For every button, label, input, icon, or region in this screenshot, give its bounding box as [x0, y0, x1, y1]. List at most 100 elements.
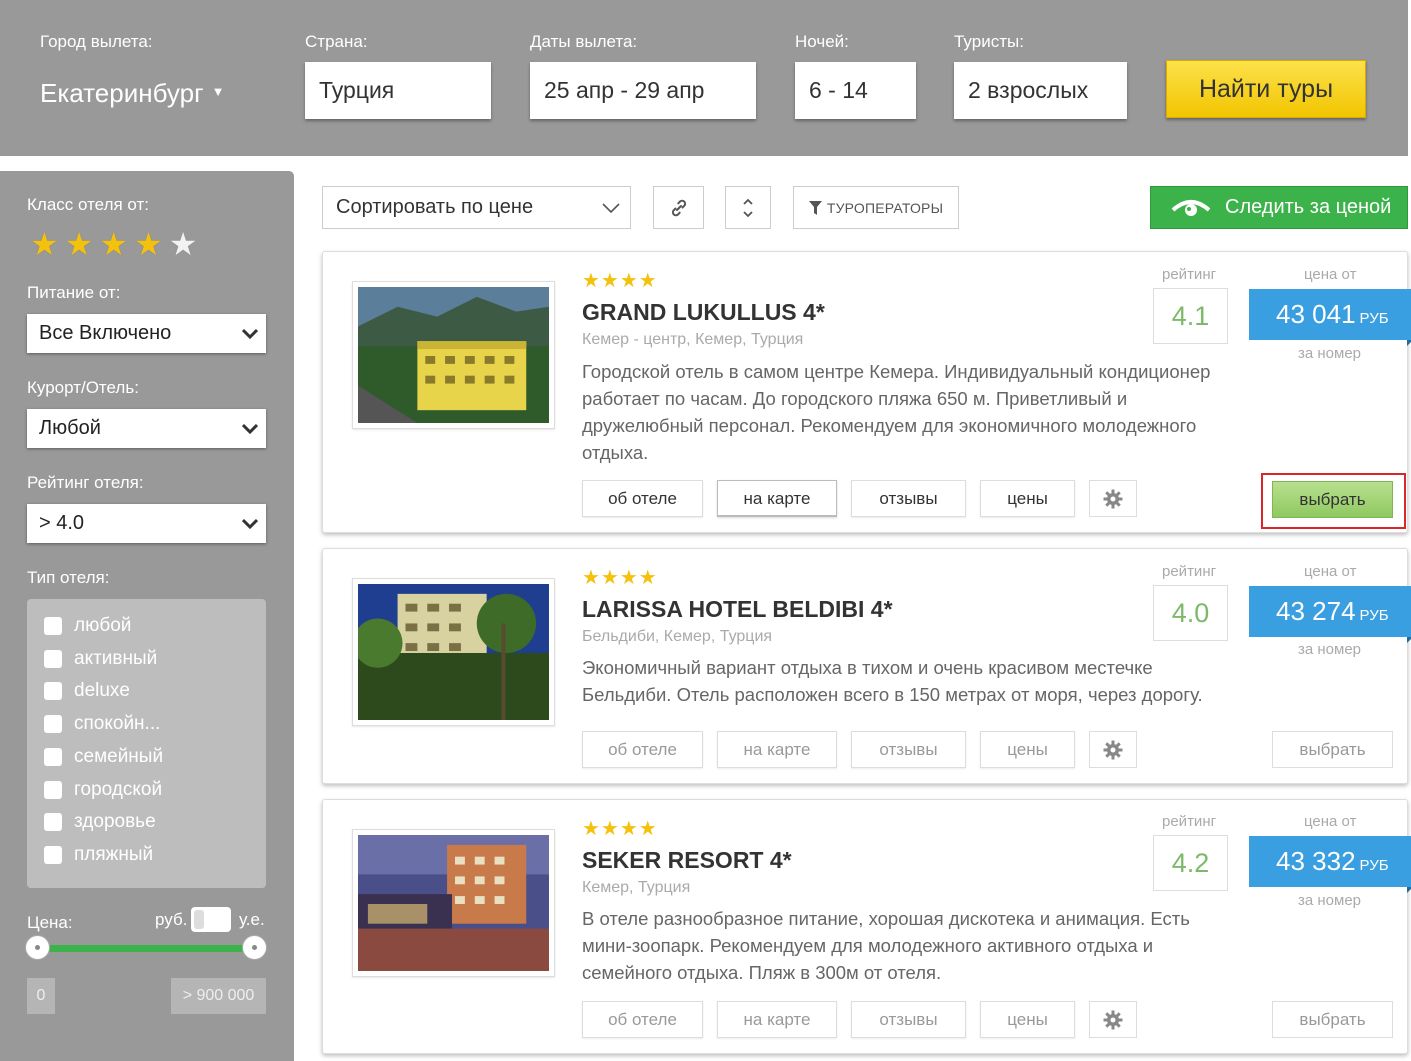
hotel-type-option[interactable]: любой — [44, 615, 131, 637]
prices-button[interactable]: цены — [980, 1001, 1075, 1038]
country-field[interactable]: Турция — [305, 62, 491, 119]
about-hotel-button[interactable]: об отеле — [582, 480, 703, 517]
eye-icon — [1171, 199, 1211, 216]
price-slider-min-handle[interactable] — [25, 935, 50, 960]
dates-field[interactable]: 25 апр - 29 апр — [530, 62, 756, 119]
choose-button[interactable]: выбрать — [1272, 1001, 1393, 1038]
checkbox[interactable] — [44, 813, 62, 832]
watch-price-button[interactable]: Следить за ценой — [1150, 186, 1408, 229]
hotel-rating: 4.0 — [1153, 585, 1228, 641]
hotel-type-option[interactable]: deluxe — [44, 680, 130, 702]
about-hotel-button[interactable]: об отеле — [582, 1001, 703, 1038]
country-label: Страна: — [305, 32, 368, 51]
star-icon[interactable]: ★ — [30, 228, 59, 260]
nights-field[interactable]: 6 - 14 — [795, 62, 916, 119]
hotel-type-label: пляжный — [74, 843, 154, 865]
per-room-label: за номер — [1298, 892, 1362, 909]
price-currency: РУБ — [1359, 607, 1389, 624]
checkbox[interactable] — [44, 715, 62, 734]
prices-button[interactable]: цены — [980, 480, 1075, 517]
price-slider-track[interactable] — [40, 945, 255, 952]
hotel-name[interactable]: SEKER RESORT 4* — [582, 847, 792, 874]
per-room-label: за номер — [1298, 345, 1362, 362]
hotel-photo-image — [358, 835, 549, 971]
on-map-button[interactable]: на карте — [717, 480, 837, 517]
hotel-type-label: спокойн... — [74, 713, 161, 735]
hotel-rating: 4.2 — [1153, 835, 1228, 891]
hotel-photo[interactable] — [352, 281, 555, 429]
hotel-type-label: активный — [74, 647, 158, 669]
share-link-button[interactable] — [653, 186, 704, 229]
choose-button-highlight — [1261, 473, 1406, 529]
rating-filter-value: > 4.0 — [39, 512, 85, 534]
checkbox[interactable] — [44, 649, 62, 668]
price-min-input[interactable]: 0 — [27, 978, 55, 1014]
hotel-type-label: deluxe — [74, 680, 130, 702]
price-from-label: цена от — [1304, 563, 1357, 580]
city-dropdown[interactable]: Екатеринбург ▼ — [40, 78, 224, 109]
hotel-description: В отеле разнообразное питание, хорошая д… — [582, 908, 1190, 983]
checkbox[interactable] — [44, 845, 62, 864]
rating-select[interactable]: > 4.0 — [27, 504, 266, 543]
resort-select[interactable]: Любой — [27, 409, 266, 448]
star-icon[interactable]: ★ — [169, 228, 198, 260]
checkbox[interactable] — [44, 617, 62, 635]
chevron-down-icon — [242, 328, 258, 340]
hotel-price[interactable]: 43 332 РУБ — [1249, 836, 1411, 893]
sort-order-button[interactable] — [725, 186, 771, 229]
star-icon[interactable]: ★ — [99, 228, 128, 260]
currency-toggle[interactable] — [191, 907, 231, 932]
on-map-button[interactable]: на карте — [717, 1001, 837, 1038]
hotel-price[interactable]: 43 274 РУБ — [1249, 586, 1411, 643]
checkbox[interactable] — [44, 682, 62, 701]
settings-button[interactable] — [1089, 1001, 1137, 1038]
hotel-photo-image — [353, 584, 549, 720]
star-icon[interactable]: ★ — [134, 228, 163, 260]
on-map-button[interactable]: на карте — [717, 731, 837, 768]
gear-icon — [1103, 1010, 1123, 1029]
hotel-stars: ★★★★ — [582, 270, 658, 292]
reviews-button[interactable]: отзывы — [851, 731, 966, 768]
rating-label: рейтинг — [1162, 813, 1217, 830]
hotel-type-option[interactable]: активный — [44, 648, 157, 670]
hotel-photo[interactable] — [352, 578, 555, 726]
hotel-type-option[interactable]: пляжный — [44, 844, 153, 866]
hotel-card: ★★★★ GRAND LUKULLUS 4* Кемер - центр, Ке… — [322, 251, 1411, 533]
sort-select[interactable]: Сортировать по цене — [322, 186, 631, 229]
hotel-type-option[interactable]: семейный — [44, 746, 163, 768]
tourists-field[interactable]: 2 взрослых — [954, 62, 1127, 119]
hotel-type-option[interactable]: здоровье — [44, 811, 156, 833]
gear-icon — [1103, 740, 1123, 759]
tour-operators-button[interactable]: ТУРОПЕРАТОРЫ — [793, 186, 959, 229]
hotel-name[interactable]: GRAND LUKULLUS 4* — [582, 299, 825, 326]
hotel-class-label: Класс отеля от: — [27, 195, 150, 214]
resort-label: Курорт/Отель: — [27, 378, 139, 397]
settings-button[interactable] — [1089, 480, 1137, 517]
price-slider-max-handle[interactable] — [242, 935, 267, 960]
currency-rub-label: руб. — [155, 910, 188, 929]
hotel-class-stars[interactable]: ★ ★ ★ ★ ★ — [30, 228, 203, 260]
meal-value: Все Включено — [39, 322, 172, 344]
hotel-photo[interactable] — [352, 829, 555, 977]
hotel-rating: 4.1 — [1153, 288, 1228, 344]
settings-button[interactable] — [1089, 731, 1137, 768]
star-icon[interactable]: ★ — [65, 228, 94, 260]
hotel-type-option[interactable]: городской — [44, 779, 162, 801]
prices-button[interactable]: цены — [980, 731, 1075, 768]
price-max-input[interactable]: > 900 000 — [171, 978, 266, 1014]
hotel-type-label: городской — [74, 778, 163, 800]
gear-icon — [1103, 489, 1123, 508]
reviews-button[interactable]: отзывы — [851, 1001, 966, 1038]
hotel-type-option[interactable]: спокойн... — [44, 713, 160, 735]
about-hotel-button[interactable]: об отеле — [582, 731, 703, 768]
choose-button[interactable]: выбрать — [1272, 731, 1393, 768]
hotel-price[interactable]: 43 041 РУБ — [1249, 289, 1411, 346]
checkbox[interactable] — [44, 780, 62, 799]
checkbox[interactable] — [44, 747, 62, 766]
chevron-down-icon — [242, 423, 258, 435]
find-tours-button[interactable]: Найти туры — [1166, 60, 1366, 118]
hotel-name[interactable]: LARISSA HOTEL BELDIBI 4* — [582, 596, 893, 623]
rating-label: рейтинг — [1162, 563, 1217, 580]
meal-select[interactable]: Все Включено — [27, 314, 266, 353]
reviews-button[interactable]: отзывы — [851, 480, 966, 517]
